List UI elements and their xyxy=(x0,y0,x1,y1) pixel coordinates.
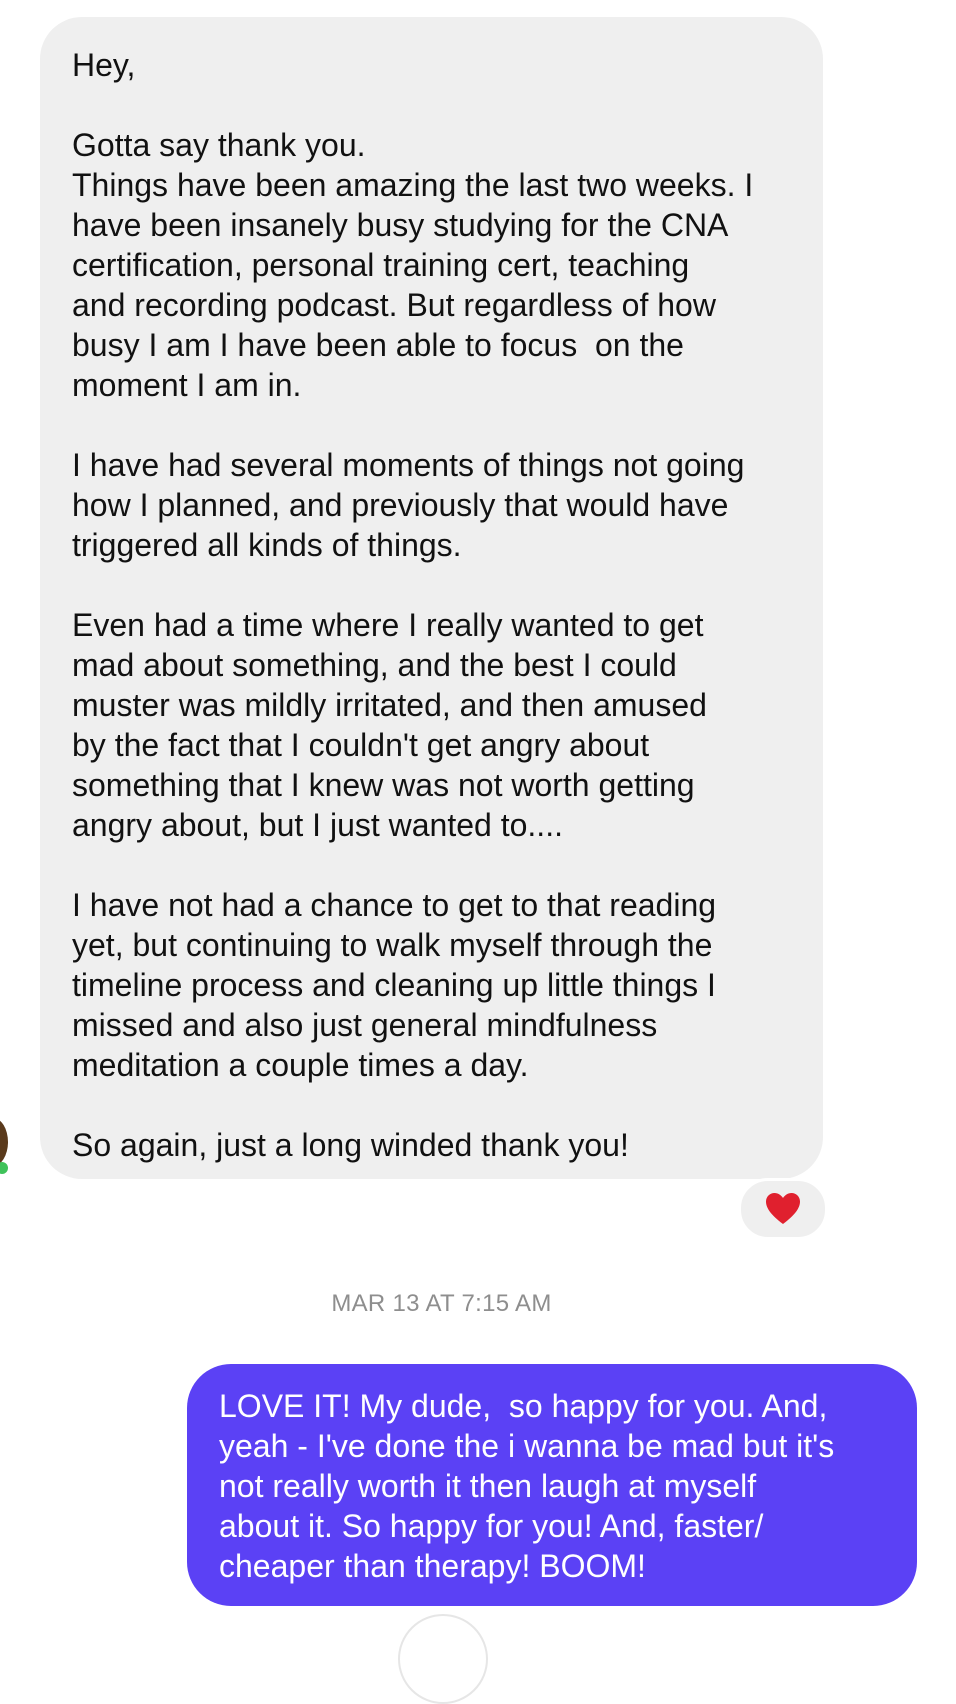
online-status-dot xyxy=(0,1162,8,1174)
message-line: angry about, but I just wanted to.... xyxy=(72,807,563,843)
message-timestamp: MAR 13 AT 7:15 AM xyxy=(331,1290,552,1317)
message-line: yet, but continuing to walk myself throu… xyxy=(72,927,713,963)
message-line: meditation a couple times a day. xyxy=(72,1047,529,1083)
incoming-message-bubble[interactable]: Hey, Gotta say thank you. Things have been… xyxy=(40,17,823,1179)
reaction-badge[interactable] xyxy=(738,1178,828,1240)
message-line: muster was mildly irritated, and then am… xyxy=(72,687,707,723)
message-line xyxy=(72,405,791,445)
message-line: not really worth it then laugh at myself xyxy=(219,1468,757,1504)
seen-indicator xyxy=(398,1614,488,1704)
message-line: certification, personal training cert, t… xyxy=(72,247,690,283)
message-line xyxy=(72,845,791,885)
message-line: how I planned, and previously that would… xyxy=(72,487,729,523)
message-line: triggered all kinds of things. xyxy=(72,527,462,563)
message-line: timeline process and cleaning up little … xyxy=(72,967,716,1003)
sender-avatar[interactable] xyxy=(0,1118,8,1166)
message-line: Hey, xyxy=(72,47,136,83)
message-line: missed and also just general mindfulness xyxy=(72,1007,658,1043)
message-line: about it. So happy for you! And, faster/ xyxy=(219,1508,764,1544)
message-line: and recording podcast. But regardless of… xyxy=(72,287,716,323)
message-line: I have had several moments of things not… xyxy=(72,447,745,483)
message-line xyxy=(72,565,791,605)
message-line: Gotta say thank you. xyxy=(72,127,366,163)
message-line xyxy=(72,85,791,125)
message-line: by the fact that I couldn't get angry ab… xyxy=(72,727,650,763)
message-line: Things have been amazing the last two we… xyxy=(72,167,754,203)
message-line: moment I am in. xyxy=(72,367,302,403)
heart-icon xyxy=(766,1193,800,1224)
message-line: busy I am I have been able to focus on t… xyxy=(72,327,684,363)
message-line: So again, just a long winded thank you! xyxy=(72,1127,629,1163)
message-line: LOVE IT! My dude, so happy for you. And, xyxy=(219,1388,828,1424)
message-line: something that I knew was not worth gett… xyxy=(72,767,695,803)
message-line: Even had a time where I really wanted to… xyxy=(72,607,704,643)
outgoing-message-bubble[interactable]: LOVE IT! My dude, so happy for you. And,… xyxy=(187,1364,917,1606)
message-line: yeah - I've done the i wanna be mad but … xyxy=(219,1428,835,1464)
message-line: mad about something, and the best I coul… xyxy=(72,647,677,683)
message-line: cheaper than therapy! BOOM! xyxy=(219,1548,646,1584)
message-line: have been insanely busy studying for the… xyxy=(72,207,729,243)
message-line xyxy=(72,1085,791,1125)
message-line: I have not had a chance to get to that r… xyxy=(72,887,717,923)
